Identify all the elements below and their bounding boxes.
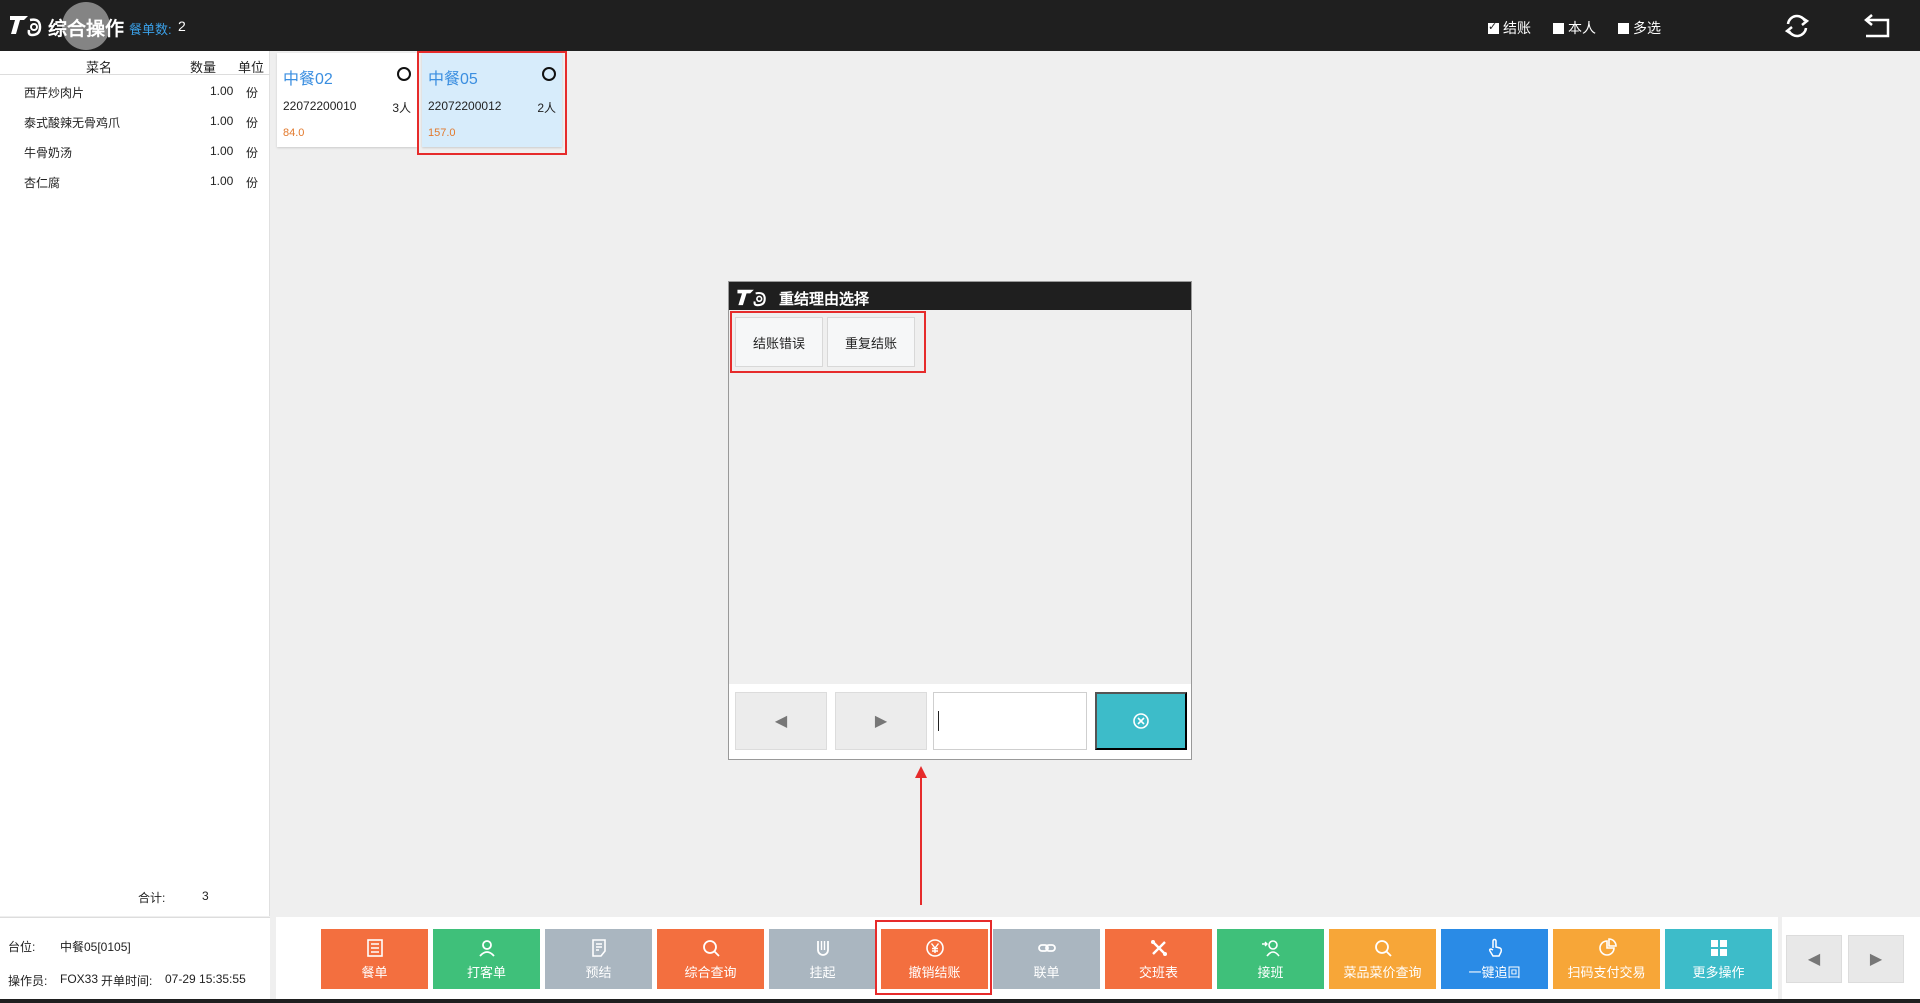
- operator-value: FOX33: [60, 972, 99, 986]
- cancel-checkout-button[interactable]: 撤销结账: [881, 929, 988, 989]
- annotation-arrow-head: [915, 766, 927, 778]
- header-dish-name: 菜名: [86, 60, 113, 75]
- text-caret: [938, 711, 939, 731]
- bottom-toolbar: 餐单 打客单 预结 综合查询 挂起 撤销结账 联单 交班表 接班 菜品菜价查询 …: [276, 917, 1778, 1003]
- dialog-title: 重结理由选择: [779, 291, 870, 308]
- take-shift-button[interactable]: 接班: [1217, 929, 1324, 989]
- open-time-value: 07-29 15:35:55: [165, 972, 246, 986]
- filter-checkout[interactable]: 结账: [1488, 18, 1531, 38]
- guest-count: 3人: [392, 101, 411, 115]
- pre-settle-button[interactable]: 预结: [545, 929, 652, 989]
- dish-row[interactable]: 西芹炒肉片 1.00 份: [0, 76, 270, 106]
- reason-checkout-error-button[interactable]: 结账错误: [735, 317, 823, 367]
- table-name: 中餐02: [283, 71, 333, 88]
- status-ring-icon: [397, 67, 411, 81]
- app-logo-icon: [10, 16, 42, 37]
- total-value: 3: [202, 889, 209, 903]
- table-name: 中餐05: [428, 71, 478, 88]
- reason-input[interactable]: [933, 692, 1087, 750]
- circle-x-icon: [1133, 713, 1149, 729]
- multi-select-checkbox[interactable]: [1618, 22, 1629, 34]
- order-amount: 157.0: [428, 127, 456, 139]
- dialog-header: 重结理由选择: [729, 282, 1191, 310]
- reason-dialog: 重结理由选择 结账错误 重复结账 ◀ ▶: [728, 281, 1192, 760]
- dish-row[interactable]: 杏仁腐 1.00 份: [0, 166, 270, 196]
- dialog-footer: ◀ ▶: [729, 684, 1191, 759]
- yen-icon: [925, 938, 944, 957]
- grid-icon: [1710, 939, 1727, 956]
- app-logo-icon: [737, 289, 766, 307]
- order-count-value: 2: [178, 18, 186, 34]
- dish-row[interactable]: 泰式酸辣无骨鸡爪 1.00 份: [0, 106, 270, 136]
- link-icon: [1037, 943, 1056, 952]
- dish-price-query-button[interactable]: 菜品菜价查询: [1329, 929, 1436, 989]
- search-icon: [702, 939, 720, 957]
- dish-row[interactable]: 牛骨奶汤 1.00 份: [0, 136, 270, 166]
- header-qty: 数量: [190, 60, 217, 75]
- reason-duplicate-checkout-button[interactable]: 重复结账: [827, 317, 915, 367]
- document-icon: [591, 938, 606, 957]
- clear-button[interactable]: [1095, 692, 1187, 750]
- next-page-button[interactable]: ▶: [835, 692, 927, 750]
- guest-count: 2人: [537, 101, 556, 115]
- order-code: 22072200012: [428, 99, 502, 113]
- triangle-right-icon: ▶: [874, 713, 888, 730]
- print-guest-bill-button[interactable]: 打客单: [433, 929, 540, 989]
- order-info-panel: 台位: 中餐05[0105] 操作员: FOX33 开单时间: 07-29 15…: [0, 917, 270, 1003]
- toolbar-next-button[interactable]: ▶: [1848, 935, 1904, 983]
- dish-list-header: 菜名 数量 单位: [0, 55, 270, 75]
- toolbar-pager: ◀ ▶: [1782, 917, 1920, 1003]
- search-icon: [1374, 939, 1392, 957]
- prev-page-button[interactable]: ◀: [735, 692, 827, 750]
- link-order-button[interactable]: 联单: [993, 929, 1100, 989]
- annotation-arrow-line: [920, 775, 922, 905]
- table-card[interactable]: 中餐02 22072200010 3人 84.0: [277, 53, 417, 147]
- checkout-checkbox[interactable]: [1488, 20, 1499, 34]
- tools-icon: [1150, 939, 1167, 956]
- menu-list-button[interactable]: 餐单: [321, 929, 428, 989]
- table-value: 中餐05[0105]: [60, 940, 131, 954]
- triangle-right-icon: ▶: [1869, 951, 1883, 968]
- scan-pay-transaction-button[interactable]: 扫码支付交易: [1553, 929, 1660, 989]
- dish-list-panel: 菜名 数量 单位 西芹炒肉片 1.00 份 泰式酸辣无骨鸡爪 1.00 份 牛骨…: [0, 51, 270, 916]
- total-label: 合计:: [138, 891, 166, 905]
- header-unit: 单位: [238, 60, 265, 75]
- filter-self[interactable]: 本人: [1553, 18, 1596, 38]
- user-print-icon: [478, 939, 495, 957]
- one-click-recall-button[interactable]: 一键追回: [1441, 929, 1548, 989]
- refresh-icon[interactable]: [1782, 12, 1812, 40]
- hold-button[interactable]: 挂起: [769, 929, 876, 989]
- open-time-label: 开单时间:: [101, 974, 153, 988]
- order-amount: 84.0: [283, 127, 305, 139]
- general-query-button[interactable]: 综合查询: [657, 929, 764, 989]
- hand-tap-icon: [1488, 938, 1502, 957]
- self-checkbox[interactable]: [1553, 22, 1564, 34]
- user-arrow-icon: [1261, 939, 1280, 957]
- triangle-left-icon: ◀: [1807, 951, 1821, 968]
- return-icon[interactable]: [1862, 12, 1892, 40]
- table-card-selected[interactable]: 中餐05 22072200012 2人 157.0: [422, 53, 562, 147]
- order-count-label: 餐单数:: [129, 22, 172, 37]
- toolbar-prev-button[interactable]: ◀: [1786, 935, 1842, 983]
- top-bar: 综合操作 餐单数: 2 结账 本人 多选: [0, 0, 1920, 51]
- more-actions-button[interactable]: 更多操作: [1665, 929, 1772, 989]
- table-label: 台位:: [8, 940, 36, 954]
- bottom-edge: [0, 999, 1920, 1003]
- page-title: 综合操作: [48, 19, 125, 40]
- shift-report-button[interactable]: 交班表: [1105, 929, 1212, 989]
- list-icon: [366, 938, 383, 957]
- filter-multi-select[interactable]: 多选: [1618, 18, 1661, 38]
- status-ring-icon: [542, 67, 556, 81]
- order-code: 22072200010: [283, 99, 357, 113]
- triangle-left-icon: ◀: [774, 713, 788, 730]
- operator-label: 操作员:: [8, 974, 48, 988]
- pie-chart-icon: [1598, 937, 1617, 956]
- hold-icon: [816, 940, 829, 956]
